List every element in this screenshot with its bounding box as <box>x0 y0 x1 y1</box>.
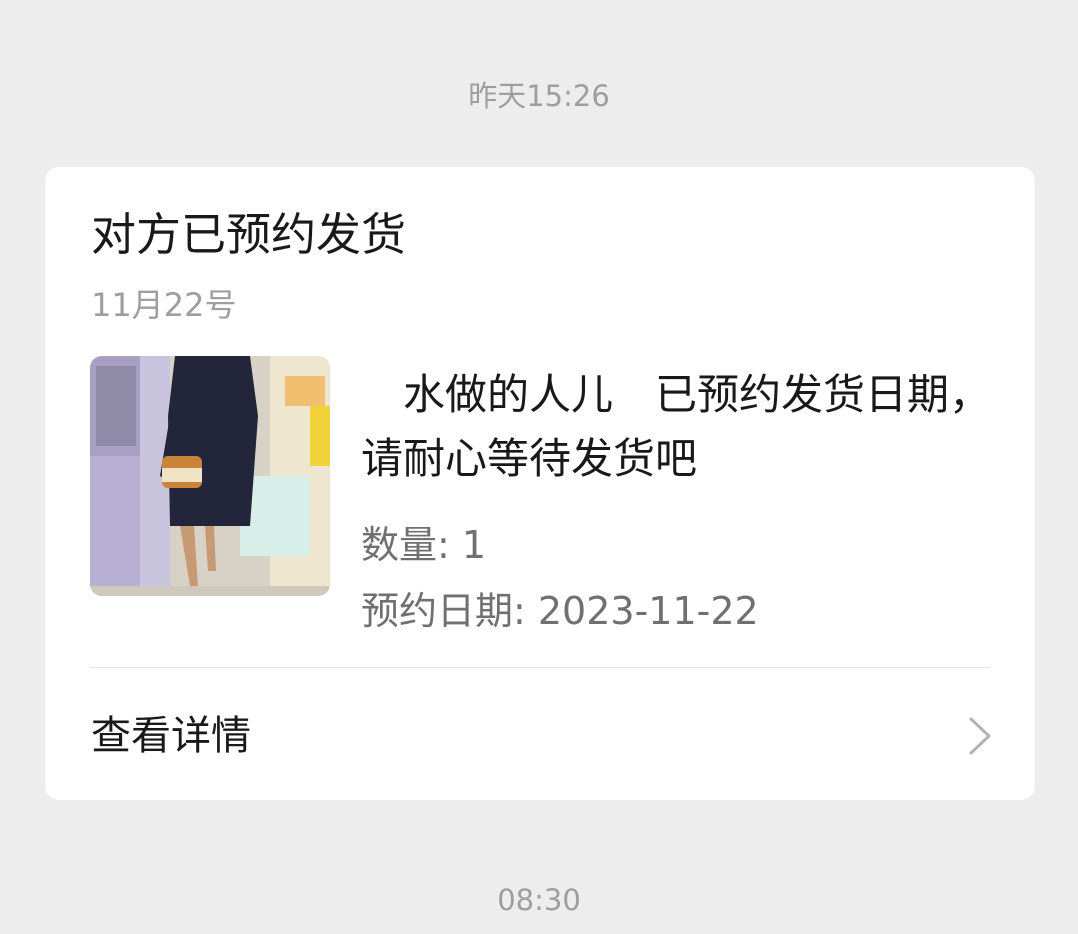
card-date: 11月22号 <box>91 286 237 324</box>
view-details-button[interactable]: 查看详情 <box>45 668 1035 800</box>
quantity-text: 数量: 1 <box>361 523 487 567</box>
product-description: 水做的人儿 已预约发货日期，请耐心等待发货吧 <box>361 370 992 483</box>
chevron-right-icon <box>969 717 991 755</box>
reserve-date-text: 预约日期: 2023-11-22 <box>361 589 759 633</box>
message-timestamp: 08:30 <box>497 883 581 917</box>
card-title: 对方已预约发货 <box>91 208 407 261</box>
shipping-notice-card[interactable]: 对方已预约发货 11月22号 水做的人儿 已预约发货日期，请耐心等待发货吧 数量… <box>45 167 1035 800</box>
view-details-label: 查看详情 <box>91 713 251 759</box>
message-timestamp: 昨天15:26 <box>468 79 610 113</box>
product-thumbnail[interactable] <box>90 356 330 596</box>
